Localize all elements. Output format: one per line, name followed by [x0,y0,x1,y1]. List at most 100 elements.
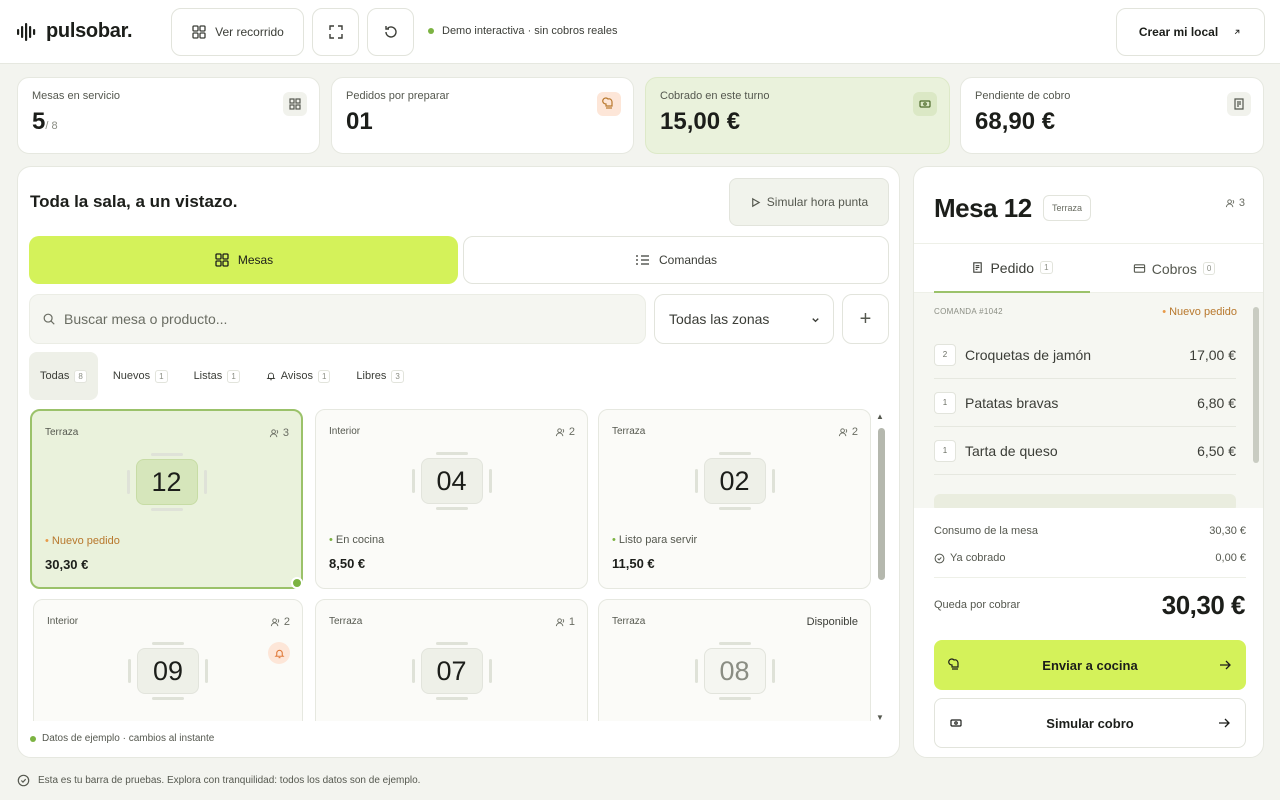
fullscreen-button[interactable] [312,8,359,56]
live-dot-icon [30,735,36,742]
tab-orders[interactable]: Comandas [463,236,889,284]
filter-label: Todas [40,370,70,382]
send-to-kitchen-button[interactable]: Enviar a cocina [934,640,1246,690]
order-scrollbar[interactable] [1253,307,1259,463]
filter-label: Listas [193,370,223,382]
order-list: COMANDA #1042 • Nuevo pedido 2 Croquetas… [914,293,1263,508]
simulate-rush-label: Simular hora punta [766,195,869,209]
tab-tables[interactable]: Mesas [29,236,458,284]
filter-new[interactable]: Nuevos 1 [102,352,179,400]
create-local-button[interactable]: Crear mi local [1116,8,1265,56]
item-qty: 2 [934,343,956,366]
table-seats: 2 [270,616,290,628]
paid-value: 0,00 € [1215,552,1246,564]
stat-label: Cobrado en este turno [660,90,770,102]
filter-all[interactable]: Todas 8 [29,352,98,400]
table-diagram: 04 [411,452,492,510]
comanda-id: COMANDA #1042 [934,307,1003,316]
receipt-icon [1227,92,1251,116]
order-item[interactable]: 2 Croquetas de jamón 17,00 € [934,331,1236,379]
chef-hat-icon [948,658,959,670]
detail-title: Mesa 12 [934,193,1032,223]
tab-order-label: Pedido [990,259,1035,276]
floor-panel: Toda la sala, a un vistazo. Simular hora… [17,166,900,758]
table-card-07[interactable]: Terraza 1 07 [315,599,588,721]
table-seats: 1 [555,616,575,628]
filter-free[interactable]: Libres 3 [345,352,414,400]
stat-label: Pedidos por preparar [346,90,450,102]
scroll-down-icon[interactable]: ▼ [876,713,884,722]
item-qty: 1 [934,391,956,414]
chef-hat-icon [597,92,621,116]
stat-pending-payment: Pendiente de cobro 68,90 € [960,77,1264,154]
tab-order[interactable]: Pedido 1 [934,244,1090,293]
table-card-08[interactable]: Terraza Disponible 08 [598,599,871,721]
paid-row: Ya cobrado 0,00 € [934,552,1246,564]
add-table-button[interactable]: + [842,294,889,344]
external-link-icon [1235,29,1240,35]
table-card-02[interactable]: Terraza 2 02 • Listo para servir 11,50 € [598,409,871,589]
consumption-row: Consumo de la mesa 30,30 € [934,525,1246,537]
tab-payments-label: Cobros [1151,260,1197,277]
scroll-up-icon[interactable]: ▲ [876,412,884,421]
top-bar: pulsobar. Ver recorrido Demo interactiva… [0,0,1280,64]
create-local-label: Crear mi local [1138,25,1219,39]
tab-payments[interactable]: Cobros 0 [1104,244,1244,293]
arrow-right-icon [1219,718,1230,728]
tab-orders-label: Comandas [658,253,718,267]
tab-payments-count: 0 [1202,262,1216,275]
filter-count: 1 [227,369,240,383]
item-price: 6,80 € [1197,394,1236,411]
people-icon [555,617,565,626]
table-card-12[interactable]: Terraza 3 12 • Nuevo pedido 30,30 € [30,409,303,589]
item-price: 6,50 € [1197,442,1236,459]
filter-label: Libres [356,370,387,382]
table-card-09[interactable]: Interior 2 09 [33,599,303,721]
table-zone: Terraza [612,426,646,437]
table-number: 12 [135,459,198,505]
filter-count: 1 [317,369,331,383]
demo-status-text: Demo interactiva · sin cobros reales [442,25,618,37]
search-field[interactable] [29,294,646,344]
simulate-payment-button[interactable]: Simular cobro [934,698,1246,748]
table-zone: Terraza [612,616,646,627]
chevron-down-icon [812,317,819,322]
table-seat-count: 2 [568,426,575,438]
order-item[interactable]: 1 Patatas bravas 6,80 € [934,379,1236,427]
table-diagram: 12 [126,453,207,511]
table-amount: 30,30 € [45,557,89,572]
tables-grid: Terraza 3 12 • Nuevo pedido 30,30 € Inte… [30,409,872,721]
reset-button[interactable] [367,8,414,56]
sandbox-footer: Esta es tu barra de pruebas. Explora con… [17,774,420,787]
table-card-04[interactable]: Interior 2 04 • En cocina 8,50 € [315,409,588,589]
tour-button[interactable]: Ver recorrido [171,8,304,56]
arrow-right-icon [1220,660,1231,670]
filter-label: Nuevos [112,370,151,382]
table-seat-count: 3 [282,427,289,439]
item-name: Patatas bravas [965,394,1059,411]
simulate-rush-button[interactable]: Simular hora punta [729,178,889,226]
item-price: 17,00 € [1189,346,1236,363]
live-dot-icon [428,28,434,34]
detail-seats: 3 [1225,197,1245,209]
stat-label: Mesas en servicio [32,90,121,102]
alert-bell-icon [268,642,290,664]
filter-alerts[interactable]: Avisos 1 [255,352,342,400]
zone-select[interactable]: Todas las zonas [654,294,834,344]
tables-scrollbar[interactable]: ▲ ▼ [873,412,889,722]
scroll-thumb[interactable] [878,428,885,580]
filter-ready[interactable]: Listas 1 [183,352,251,400]
receipt-icon [973,262,983,273]
table-seat-count: 2 [851,426,858,438]
search-input[interactable] [64,311,584,327]
detail-tabs: Pedido 1 Cobros 0 [914,243,1263,293]
item-name: Croquetas de jamón [965,346,1092,363]
stat-value-number: 5 [32,108,46,135]
order-item[interactable]: 1 Tarta de queso 6,50 € [934,427,1236,475]
table-diagram: 09 [128,642,208,700]
consumption-label: Consumo de la mesa [934,525,1038,537]
brand-logo[interactable]: pulsobar. [16,20,133,43]
table-zone: Interior [47,616,79,627]
stat-value: 01 [346,108,373,135]
table-number: 07 [420,648,483,694]
